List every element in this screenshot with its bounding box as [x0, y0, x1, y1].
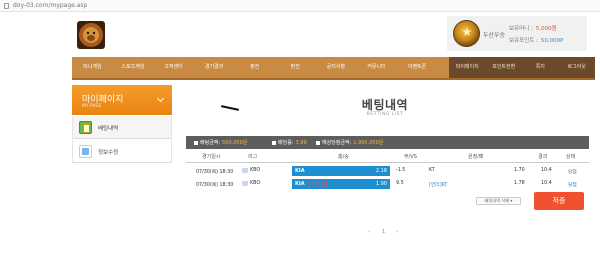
row-score: 10:4: [541, 181, 552, 186]
home-team-cell: KIA [기아 승] 1.90: [292, 179, 390, 189]
nav-item-mypage[interactable]: 마이페이지: [449, 57, 486, 78]
baseball-icon: [242, 168, 248, 173]
sub-nav: 마이페이지 포인트전환 쪽지 로그아웃: [449, 57, 595, 78]
away-odds: 1.70: [514, 168, 525, 173]
site-logo[interactable]: [77, 21, 105, 49]
summary-bet-amount: 배팅금액: 500,000원: [194, 139, 247, 146]
page-subtitle: BETTING LIST: [366, 112, 404, 117]
bet-summary-bar: 배팅금액: 500,000원 배당률: 3.99 예상당첨금액: 1,995,000원: [186, 136, 589, 149]
col-status: 상태: [566, 154, 576, 160]
nav-item-community[interactable]: 커뮤니티: [356, 57, 397, 78]
user-info-box: 두산우승 보유머니 :5,000원 보유포인트 :50,000P: [447, 16, 587, 51]
username: 두산우승: [483, 32, 506, 39]
col-result: 결과: [538, 154, 548, 160]
summary-expected-win: 예상당첨금액: 1,995,000원: [316, 139, 383, 146]
betting-slip-icon: [79, 121, 92, 134]
money-value: 5,000원: [535, 26, 557, 32]
nav-item-results[interactable]: 경기결과: [194, 57, 235, 78]
row-vs: 9.5: [396, 181, 404, 186]
col-vs: 무/VS: [404, 154, 417, 160]
home-team-cell: KIA 2.18: [292, 166, 390, 176]
point-row: 보유포인트 :50,000P: [509, 36, 600, 48]
col-league: 리그: [248, 154, 258, 160]
col-date: 경기일시: [202, 154, 221, 160]
nav-item-logout[interactable]: 로그아웃: [559, 57, 596, 78]
sidebar-item-label: 정보수정: [98, 150, 119, 156]
nav-item-point-convert[interactable]: 포인트전환: [486, 57, 523, 78]
table-header: 경기일시 리그 홈/승 무/VS 원정/패 결과 상태: [186, 149, 589, 163]
sidebar-header[interactable]: 마이페이지 MY PAGE: [72, 85, 172, 115]
win-badge-button[interactable]: 적중: [534, 192, 584, 210]
sidebar-item-edit-info[interactable]: 정보수정: [72, 140, 172, 163]
point-label: 보유포인트 :: [509, 38, 538, 44]
row-league: KBO: [250, 181, 261, 186]
row-date: 07/30(목) 18:30: [196, 183, 234, 188]
address-bar[interactable]: doy-03.com/mypage.asp: [0, 0, 600, 12]
profile-edit-icon: [79, 145, 92, 158]
table-row[interactable]: 07/30(목) 18:30 KBO KIA 2.18 -1.5 KT 1.70…: [186, 165, 589, 177]
nav-item-withdraw[interactable]: 환전: [275, 57, 316, 78]
home-note: [기아 승]: [308, 182, 328, 188]
home-odds: 1.90: [375, 181, 387, 187]
nav-item-event[interactable]: 이벤트존: [397, 57, 438, 78]
lock-icon: [4, 3, 9, 9]
sidebar-subtitle: MY PAGE: [82, 104, 102, 109]
away-odds: 1.78: [514, 181, 525, 186]
money-label: 보유머니 :: [509, 26, 533, 32]
row-score: 10:4: [541, 168, 552, 173]
sidebar-item-label: 베팅내역: [98, 126, 119, 132]
status-badge: 당첨: [568, 183, 577, 188]
money-row: 보유머니 :5,000원: [509, 24, 600, 36]
pagination: ‹ 1 ›: [366, 229, 406, 237]
away-team: KT: [429, 168, 435, 173]
nav-item-customer-center[interactable]: 고객센터: [153, 57, 194, 78]
prev-page-button[interactable]: ‹: [368, 229, 370, 235]
row-vs: -1.5: [396, 168, 406, 173]
row-date: 07/30(목) 18:30: [196, 170, 234, 175]
next-page-button[interactable]: ›: [396, 229, 398, 235]
baseball-icon: [242, 181, 248, 186]
col-home: 홈/승: [338, 154, 349, 160]
nav-item-mini-game[interactable]: 미니게임: [72, 57, 113, 78]
rank-medal-icon: [453, 20, 480, 47]
nav-item-notice[interactable]: 공지사항: [316, 57, 357, 78]
row-league: KBO: [250, 168, 261, 173]
sidebar-item-betting-history[interactable]: 베팅내역: [72, 116, 172, 139]
away-team: [언더]KT: [429, 183, 448, 188]
decorative-stroke: [220, 105, 240, 111]
point-value: 50,000P: [540, 38, 564, 44]
nav-item-deposit[interactable]: 출전: [234, 57, 275, 78]
lion-logo-icon: [77, 21, 105, 49]
home-team: KIA: [295, 181, 305, 187]
nav-item-sports-game[interactable]: 스포츠게임: [113, 57, 154, 78]
home-odds: 2.18: [375, 168, 387, 174]
address-url[interactable]: doy-03.com/mypage.asp: [13, 2, 87, 9]
page-number[interactable]: 1: [382, 229, 385, 235]
col-away: 원정/패: [468, 154, 484, 160]
nav-item-messages[interactable]: 쪽지: [522, 57, 559, 78]
page-title: 베팅내역: [361, 98, 409, 112]
chevron-down-icon: [156, 94, 165, 103]
home-team: KIA: [295, 168, 305, 174]
status-badge: 당첨: [568, 170, 577, 175]
table-row[interactable]: 07/30(목) 18:30 KBO KIA [기아 승] 1.90 9.5 […: [186, 178, 589, 190]
main-nav: 미니게임 스포츠게임 고객센터 경기결과 출전 환전 공지사항 커뮤니티 이벤트…: [72, 57, 595, 80]
delete-history-button[interactable]: 배팅내역 삭제 ▾: [476, 197, 521, 205]
summary-odds: 배당률: 3.99: [272, 139, 307, 146]
